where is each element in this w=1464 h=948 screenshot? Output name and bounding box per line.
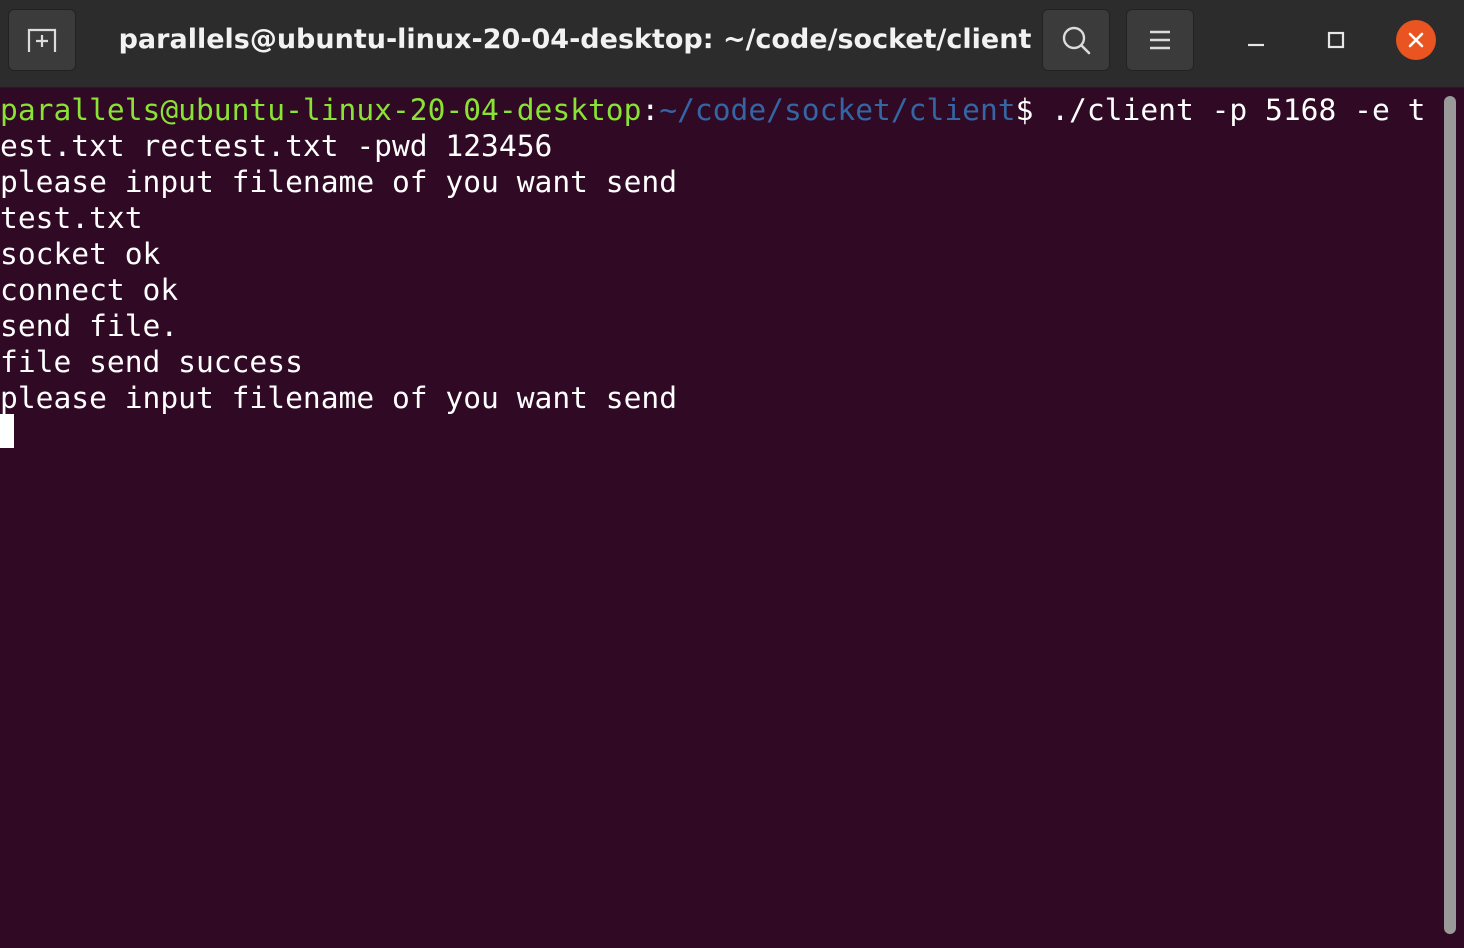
prompt-separator: : bbox=[641, 93, 660, 127]
command-text: ./client -p 5168 -e t bbox=[1051, 93, 1426, 127]
terminal-output[interactable]: parallels@ubuntu-linux-20-04-desktop:~/c… bbox=[0, 88, 1440, 948]
text-cursor bbox=[0, 414, 14, 448]
header-bar: parallels@ubuntu-linux-20-04-desktop: ~/… bbox=[0, 0, 1464, 88]
prompt-symbol: $ bbox=[1015, 93, 1052, 127]
hamburger-menu-icon bbox=[1150, 30, 1170, 50]
prompt-line: parallels@ubuntu-linux-20-04-desktop:~/c… bbox=[0, 92, 1425, 128]
scrollbar[interactable] bbox=[1444, 96, 1456, 934]
close-button[interactable] bbox=[1396, 20, 1436, 60]
output-line: est.txt rectest.txt -pwd 123456 bbox=[0, 129, 553, 163]
output-line: test.txt bbox=[0, 201, 143, 235]
search-icon bbox=[1062, 26, 1091, 55]
minimize-icon bbox=[1248, 43, 1264, 47]
output-line: please input filename of you want send bbox=[0, 165, 678, 199]
search-button[interactable] bbox=[1042, 9, 1110, 71]
menu-button[interactable] bbox=[1126, 9, 1194, 71]
maximize-button[interactable] bbox=[1316, 20, 1356, 60]
close-icon bbox=[1408, 32, 1424, 48]
terminal-window: parallels@ubuntu-linux-20-04-desktop: ~/… bbox=[0, 0, 1464, 948]
prompt-user-host: parallels@ubuntu-linux-20-04-desktop bbox=[0, 93, 642, 127]
maximize-icon bbox=[1327, 31, 1345, 49]
output-line: connect ok bbox=[0, 273, 179, 307]
new-tab-icon bbox=[27, 28, 57, 52]
minimize-button[interactable] bbox=[1236, 20, 1276, 60]
output-line: send file. bbox=[0, 309, 179, 343]
output-line: file send success bbox=[0, 345, 303, 379]
output-line: please input filename of you want send bbox=[0, 381, 678, 415]
window-title: parallels@ubuntu-linux-20-04-desktop: ~/… bbox=[118, 24, 1032, 55]
output-line: socket ok bbox=[0, 237, 161, 271]
prompt-path: ~/code/socket/client bbox=[659, 93, 1016, 127]
new-tab-button[interactable] bbox=[8, 9, 76, 71]
